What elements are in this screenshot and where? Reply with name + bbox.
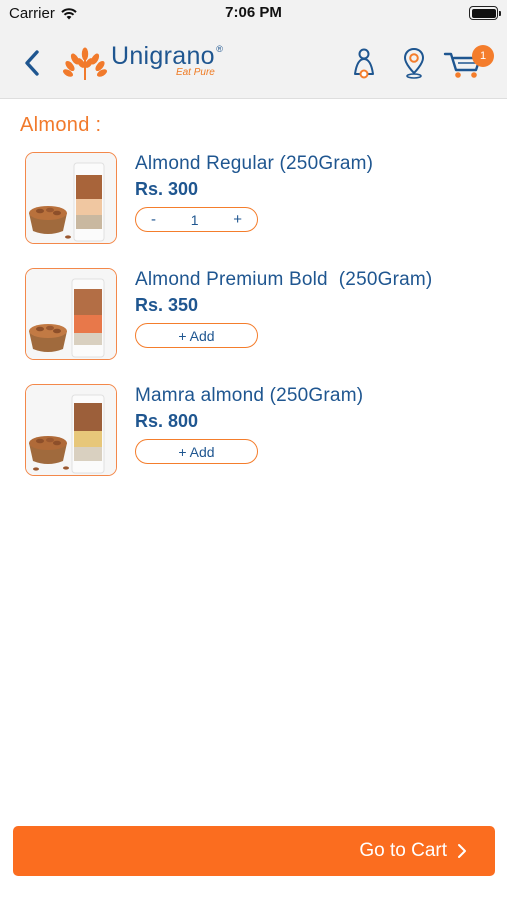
wheat-logo-icon [63, 47, 107, 80]
go-to-cart-button[interactable]: Go to Cart [13, 826, 495, 876]
product-card[interactable]: Mamra almond (250Gram) Rs. 800 + Add [25, 384, 495, 476]
category-title: Almond : [20, 114, 102, 136]
quantity-value: 1 [190, 211, 199, 228]
back-chevron-icon [25, 50, 39, 76]
location-button[interactable] [400, 46, 428, 80]
product-card[interactable]: Almond Regular (250Gram) Rs. 300 - 1 + [25, 152, 495, 244]
increase-quantity-button[interactable]: + [233, 212, 242, 227]
quantity-stepper: - 1 + [135, 207, 258, 232]
product-image[interactable] [25, 384, 117, 476]
location-pin-icon [404, 48, 424, 79]
status-time: 7:06 PM [225, 4, 282, 21]
logo-text: Unigrano ® Eat Pure [111, 42, 223, 78]
almond-pack-image [26, 153, 116, 243]
go-to-cart-label: Go to Cart [359, 840, 447, 861]
logo-name: Unigrano [111, 42, 215, 70]
add-to-cart-button[interactable]: + Add [135, 323, 258, 348]
screen: Carrier 7:06 PM Unigrano ® Eat Pure 1 Al… [0, 0, 507, 900]
status-bar: Carrier 7:06 PM [0, 0, 507, 26]
cart-count-badge: 1 [472, 45, 494, 67]
profile-icon [354, 48, 374, 79]
product-price: Rs. 800 [135, 411, 199, 431]
product-price: Rs. 300 [135, 179, 199, 199]
product-price: Rs. 350 [135, 295, 199, 315]
logo-registered-mark: ® [216, 44, 223, 54]
brand-logo: Unigrano ® Eat Pure [62, 42, 223, 82]
almond-pack-image [26, 269, 116, 359]
product-image[interactable] [25, 268, 117, 360]
almond-pack-image [26, 385, 116, 475]
add-to-cart-button[interactable]: + Add [135, 439, 258, 464]
back-button[interactable] [20, 48, 44, 78]
product-image[interactable] [25, 152, 117, 244]
product-name[interactable]: Almond Regular (250Gram) [135, 153, 373, 175]
profile-button[interactable] [350, 46, 378, 80]
chevron-right-icon [457, 843, 467, 859]
product-name[interactable]: Mamra almond (250Gram) [135, 385, 363, 407]
product-name[interactable]: Almond Premium Bold (250Gram) [135, 269, 432, 291]
product-card[interactable]: Almond Premium Bold (250Gram) Rs. 350 + … [25, 268, 495, 360]
app-header: Unigrano ® Eat Pure [0, 26, 507, 99]
decrease-quantity-button[interactable]: - [151, 212, 156, 227]
battery-icon [469, 6, 501, 20]
